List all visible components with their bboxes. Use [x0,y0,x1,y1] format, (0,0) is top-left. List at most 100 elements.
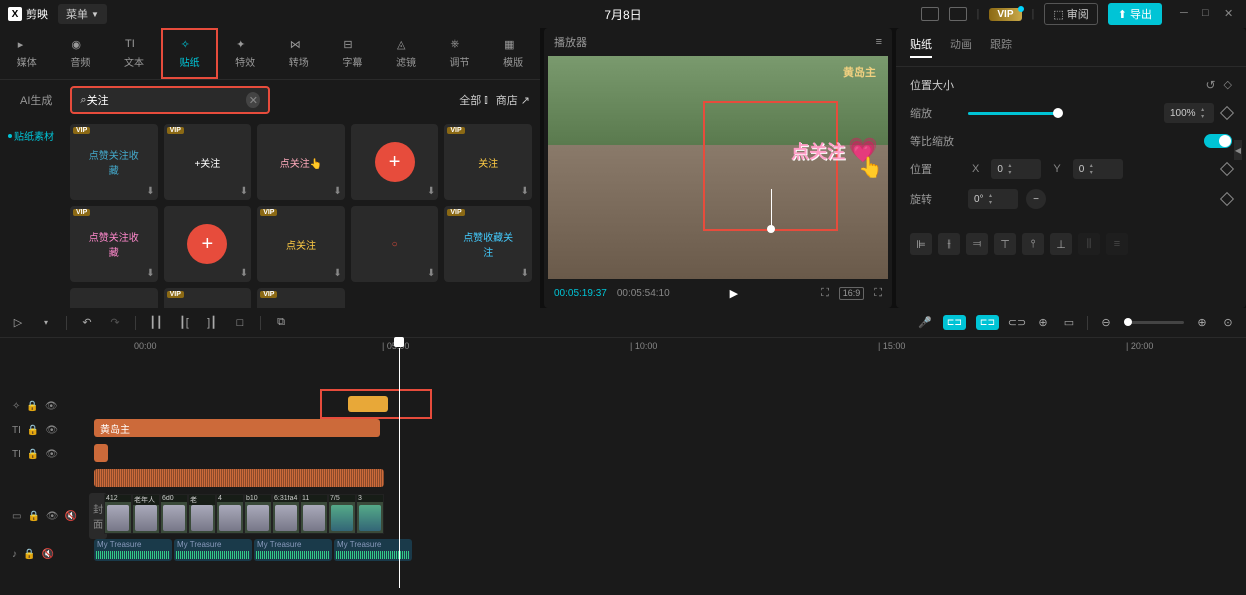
playhead[interactable] [394,337,404,347]
text-track-1[interactable]: 黄岛主 [90,419,1246,443]
sticker-overlay[interactable]: 点关注 💗 👆 [791,136,878,165]
music-clip[interactable]: My Treasure [254,539,332,561]
align-center-v[interactable]: ⫯ [1022,233,1044,255]
fullscreen-icon[interactable]: ⛶ [874,287,882,300]
cat-text[interactable]: TI文本 [107,28,161,79]
magnet-2[interactable]: ⊏⊐ [976,315,999,330]
search-input[interactable] [87,94,247,106]
split-left[interactable]: ┃[ [176,315,192,331]
pointer-tool[interactable]: ▷ [10,315,26,331]
sticker-item[interactable]: +⬇ [351,124,439,200]
video-track[interactable]: 412老年人6d0老4b106:31fa4117/53 [90,494,1246,538]
audio-waveform[interactable] [94,469,384,487]
video-clip[interactable]: 7/5 [328,494,356,534]
video-clip[interactable]: 11 [300,494,328,534]
video-clip[interactable]: 老 [188,494,216,534]
text-track-2[interactable] [90,444,1246,468]
minimize-button[interactable]: ─ [1180,7,1194,21]
sticker-item[interactable]: VIP关注⬇ [444,124,532,200]
layout-icon-1[interactable] [921,7,939,21]
music-clip[interactable]: My Treasure [94,539,172,561]
sticker-item[interactable]: VIP+关注⬇ [164,124,252,200]
player-menu-icon[interactable]: ≡ [876,36,882,48]
play-button[interactable]: ▶ [730,287,738,300]
sticker-item[interactable]: VIP点关注⬇ [257,206,345,282]
scale-value[interactable]: 100% ▴▾ [1164,103,1214,123]
sidebar-sticker-material[interactable]: 贴纸素材 [4,126,66,145]
video-clip[interactable]: 412 [104,494,132,534]
clear-search-button[interactable]: ✕ [246,92,260,108]
link-icon[interactable]: ⊂⊃ [1009,315,1025,331]
props-tab-tracking[interactable]: 跟踪 [990,36,1012,58]
sticker-item[interactable]: VIP点赞收藏关注⬇ [444,206,532,282]
align-right[interactable]: ⫤ [966,233,988,255]
video-clip[interactable]: 6d0 [160,494,188,534]
rotation-reset[interactable]: − [1026,189,1046,209]
position-y[interactable]: 0 ▴▾ [1073,159,1123,179]
sticker-item[interactable]: VIP⬇ [257,288,345,308]
zoom-slider[interactable] [1124,321,1184,324]
aspect-ratio[interactable]: 16:9 [839,287,865,300]
shop-button[interactable]: 商店 ↗ [496,92,530,108]
player-viewport[interactable]: 黄岛主 点关注 💗 👆 [548,56,888,279]
cat-audio[interactable]: ◉音频 [54,28,108,79]
zoom-in[interactable]: ⊕ [1194,315,1210,331]
video-clip[interactable]: 4 [216,494,244,534]
cat-filter[interactable]: ◬滤镜 [379,28,433,79]
selection-rect[interactable] [703,101,838,231]
track-header-audio[interactable] [0,466,90,490]
track-header-text1[interactable]: TI🔒👁 [0,418,90,442]
align-bottom[interactable]: ⊥ [1050,233,1072,255]
proportional-toggle[interactable] [1204,134,1232,148]
video-clip[interactable]: 3 [356,494,384,534]
review-button[interactable]: ⬚ 审阅 [1044,3,1097,25]
sticker-item[interactable]: +⬇ [164,206,252,282]
align-left[interactable]: ⊫ [910,233,932,255]
cat-transition[interactable]: ⋈转场 [272,28,326,79]
redo-button[interactable]: ↷ [107,315,123,331]
music-track[interactable]: My TreasureMy TreasureMy TreasureMy Trea… [90,539,1246,567]
scale-keyframe[interactable] [1220,106,1234,120]
split-tool[interactable]: ┃┃ [148,315,164,331]
sticker-item[interactable]: VIP点赞关注收藏⬇ [70,206,158,282]
preview-icon[interactable]: ▭ [1061,315,1077,331]
zoom-out[interactable]: ⊖ [1098,315,1114,331]
delete-tool[interactable]: □ [232,315,248,331]
sticker-item[interactable]: VIP⬇ [164,288,252,308]
vip-badge[interactable]: VIP [989,8,1021,21]
zoom-fit[interactable]: ⊙ [1220,315,1236,331]
layout-icon-2[interactable] [949,7,967,21]
cat-subtitle[interactable]: ⊟字幕 [326,28,380,79]
magnet-1[interactable]: ⊏⊐ [943,315,966,330]
rotation-keyframe[interactable] [1220,192,1234,206]
video-clip[interactable]: b10 [244,494,272,534]
expand-panel-button[interactable]: ◀ [1234,140,1242,160]
align-center-h[interactable]: ⫲ [938,233,960,255]
sticker-track[interactable] [90,394,1246,418]
search-box[interactable]: ⌕ ✕ [70,86,270,114]
track-header-sticker[interactable]: ✧🔒👁 [0,394,90,418]
cat-adjust[interactable]: ⎈调节 [433,28,487,79]
cat-template[interactable]: ▦模版 [486,28,540,79]
cat-sticker[interactable]: ✧贴纸 [161,28,219,79]
menu-button[interactable]: 菜单 ▼ [58,4,107,24]
props-tab-animation[interactable]: 动画 [950,36,972,58]
text-clip-1[interactable]: 黄岛主 [94,419,380,437]
filter-button[interactable]: 全部 ⫾ [459,92,488,108]
sticker-item[interactable]: 点关注👆⬇ [257,124,345,200]
maximize-button[interactable]: □ [1202,7,1216,21]
scale-slider[interactable] [968,112,1058,115]
crop-icon[interactable]: ⛶ [821,287,829,300]
waveform-track[interactable] [90,469,1246,493]
close-button[interactable]: ✕ [1224,7,1238,21]
sticker-item[interactable]: ⬇ [70,288,158,308]
align-top[interactable]: ⊤ [994,233,1016,255]
position-keyframe[interactable] [1220,162,1234,176]
text-clip-2[interactable] [94,444,108,462]
music-clip[interactable]: My Treasure [334,539,412,561]
video-clip[interactable]: 老年人 [132,494,160,534]
sticker-clip[interactable] [348,396,388,412]
sticker-item[interactable]: VIP点赞关注收藏⬇ [70,124,158,200]
mic-icon[interactable]: 🎤 [917,315,933,331]
position-x[interactable]: 0 ▴▾ [991,159,1041,179]
